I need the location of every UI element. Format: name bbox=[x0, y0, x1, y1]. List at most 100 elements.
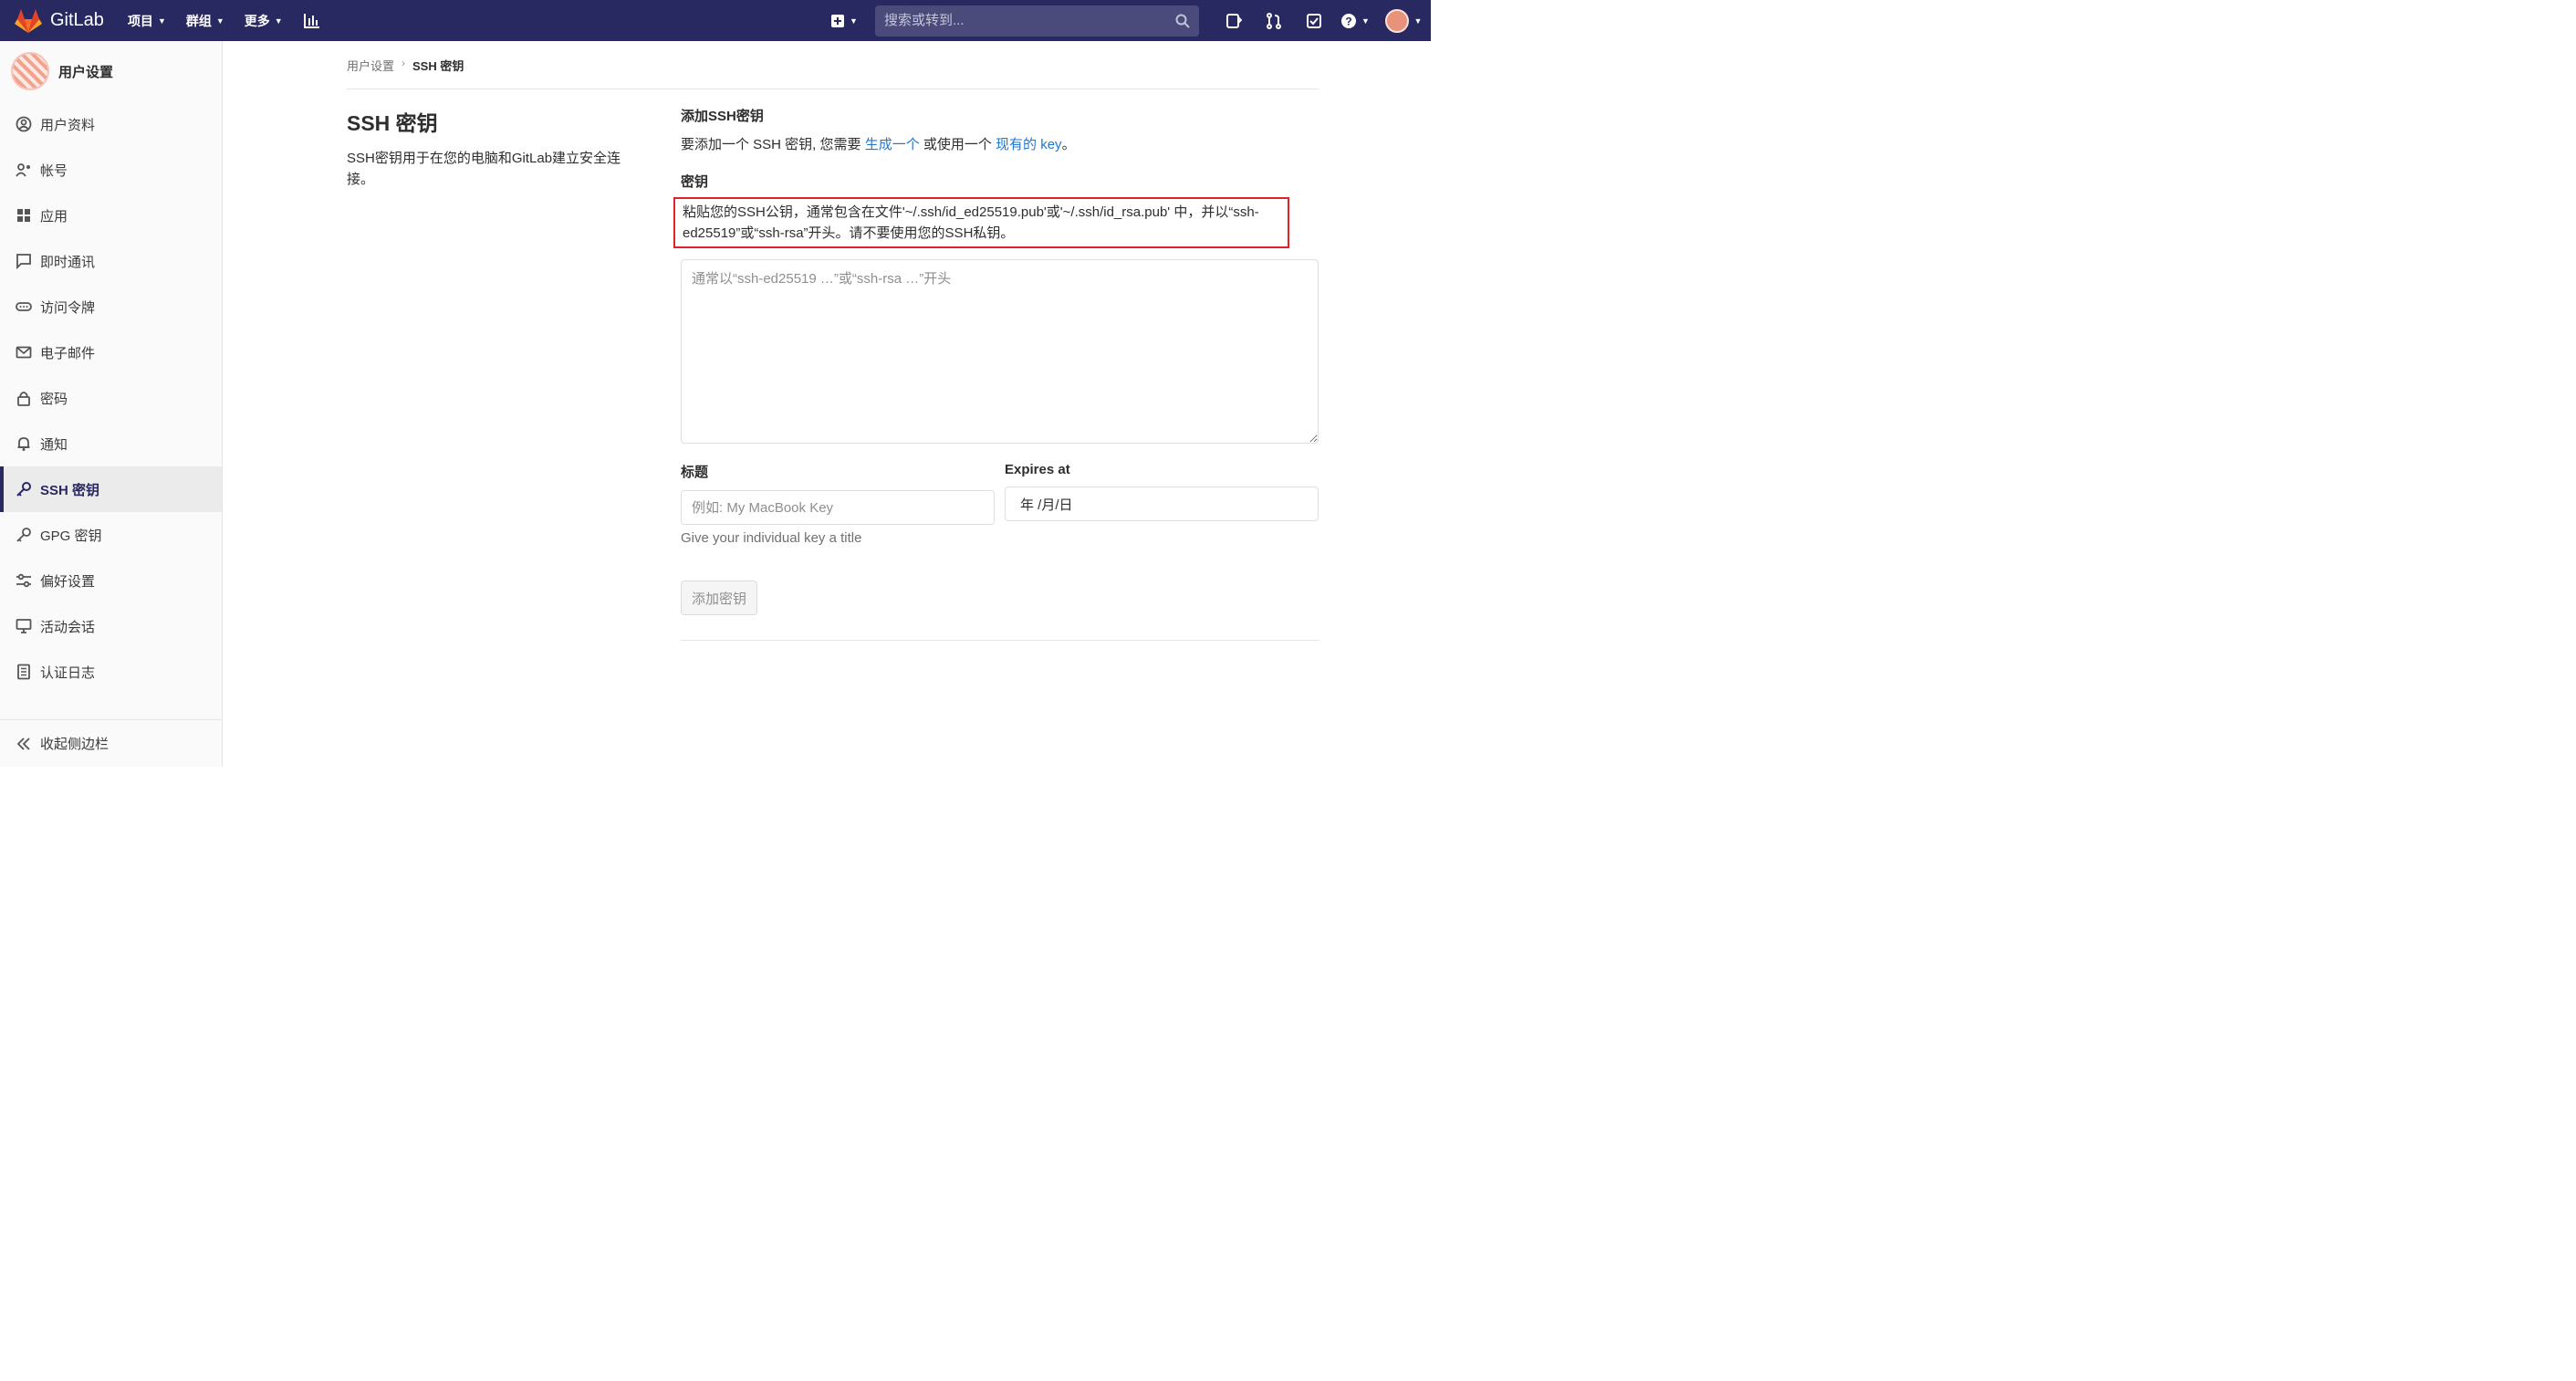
chat-icon bbox=[16, 254, 31, 269]
todos-button[interactable] bbox=[1294, 0, 1334, 41]
sidebar-item-label: 电子邮件 bbox=[40, 345, 96, 361]
search-input[interactable] bbox=[884, 13, 1175, 28]
bar-chart-icon bbox=[303, 13, 319, 28]
help-dropdown[interactable]: ? ▼ bbox=[1334, 0, 1376, 41]
title-expires-row: 标题 Expires at 年 /月/日 bbox=[681, 462, 1319, 525]
form-divider bbox=[681, 640, 1319, 641]
search-box[interactable] bbox=[875, 5, 1199, 37]
collapse-sidebar-label: 收起侧边栏 bbox=[40, 737, 110, 752]
double-chevron-left-icon bbox=[16, 737, 30, 750]
breadcrumb-parent-link[interactable]: 用户设置 bbox=[347, 57, 394, 74]
avatar bbox=[11, 52, 49, 90]
title-help-text: Give your individual key a title bbox=[681, 530, 862, 546]
chevron-down-icon: ▼ bbox=[274, 16, 283, 26]
sidebar-title: 用户设置 bbox=[58, 64, 114, 80]
sidebar-item-active-sessions[interactable]: 活动会话 bbox=[0, 603, 222, 649]
breadcrumb: 用户设置 › SSH 密钥 bbox=[347, 57, 1319, 89]
sidebar-item-password[interactable]: 密码 bbox=[0, 375, 222, 421]
gitlab-home-link[interactable]: GitLab bbox=[15, 8, 104, 34]
nav-groups-label: 群组 bbox=[185, 13, 212, 28]
collapse-sidebar-button[interactable]: 收起侧边栏 bbox=[0, 719, 222, 767]
bell-icon bbox=[17, 437, 30, 451]
sidebar-item-account[interactable]: 帐号 bbox=[0, 147, 222, 193]
nav-more[interactable]: 更多 ▼ bbox=[245, 12, 283, 30]
log-icon bbox=[17, 664, 30, 680]
intro-text-post: 。 bbox=[1061, 137, 1076, 152]
analytics-icon[interactable] bbox=[303, 13, 321, 29]
form-intro: 要添加一个 SSH 密钥, 您需要 生成一个 或使用一个 现有的 key。 bbox=[681, 134, 1319, 153]
chevron-down-icon: ▼ bbox=[157, 16, 166, 26]
sidebar-item-label: SSH 密钥 bbox=[40, 482, 100, 498]
sidebar-item-label: 访问令牌 bbox=[40, 299, 96, 316]
sidebar-item-label: GPG 密钥 bbox=[40, 528, 102, 544]
chevron-down-icon: ▼ bbox=[850, 16, 858, 26]
sidebar-item-label: 活动会话 bbox=[40, 619, 96, 635]
mail-icon bbox=[16, 346, 32, 359]
chevron-right-icon: › bbox=[402, 57, 406, 69]
nav-projects[interactable]: 项目 ▼ bbox=[128, 12, 166, 30]
expires-field-group: Expires at 年 /月/日 bbox=[1005, 462, 1319, 525]
chevron-down-icon: ▼ bbox=[1361, 16, 1370, 26]
sidebar-item-label: 帐号 bbox=[40, 162, 68, 179]
issues-button[interactable] bbox=[1214, 0, 1254, 41]
avatar bbox=[1384, 8, 1409, 33]
breadcrumb-current: SSH 密钥 bbox=[412, 59, 464, 73]
sidebar-item-applications[interactable]: 应用 bbox=[0, 193, 222, 238]
sidebar-item-label: 认证日志 bbox=[40, 664, 96, 681]
generate-key-link[interactable]: 生成一个 bbox=[865, 137, 920, 152]
title-field-group: 标题 bbox=[681, 462, 995, 525]
gitlab-logo-icon bbox=[15, 8, 42, 33]
sidebar-item-notifications[interactable]: 通知 bbox=[0, 421, 222, 466]
monitor-icon bbox=[16, 619, 32, 633]
sidebar-item-gpg-keys[interactable]: GPG 密钥 bbox=[0, 512, 222, 558]
form-heading: 添加SSH密钥 bbox=[681, 109, 764, 124]
page-description: SSH密钥用于在您的电脑和GitLab建立安全连接。 bbox=[347, 151, 621, 187]
sidebar-item-access-tokens[interactable]: 访问令牌 bbox=[0, 284, 222, 330]
title-label: 标题 bbox=[681, 465, 709, 480]
lock-icon bbox=[17, 392, 30, 406]
add-ssh-key-form: 添加SSH密钥 要添加一个 SSH 密钥, 您需要 生成一个 或使用一个 现有的… bbox=[673, 106, 1319, 615]
sidebar-item-label: 偏好设置 bbox=[40, 573, 96, 590]
profile-icon bbox=[16, 116, 32, 132]
sidebar-item-auth-log[interactable]: 认证日志 bbox=[0, 649, 222, 695]
add-key-button[interactable]: 添加密钥 bbox=[681, 581, 758, 615]
sidebar-item-preferences[interactable]: 偏好设置 bbox=[0, 558, 222, 603]
key-textarea[interactable] bbox=[681, 259, 1319, 444]
intro-text-mid: 或使用一个 bbox=[919, 137, 996, 152]
nav-groups[interactable]: 群组 ▼ bbox=[186, 12, 224, 30]
svg-text:?: ? bbox=[1345, 15, 1351, 27]
intro-text-pre: 要添加一个 SSH 密钥, 您需要 bbox=[681, 137, 865, 152]
user-menu[interactable]: ▼ bbox=[1376, 0, 1431, 41]
sidebar-item-profile[interactable]: 用户资料 bbox=[0, 101, 222, 147]
new-item-dropdown[interactable]: ▼ bbox=[828, 0, 860, 41]
brand-name: GitLab bbox=[50, 10, 104, 30]
account-icon bbox=[16, 163, 30, 177]
plus-square-icon bbox=[831, 14, 845, 27]
key-label: 密钥 bbox=[681, 174, 709, 190]
sidebar-header[interactable]: 用户设置 bbox=[0, 41, 222, 101]
expires-date-input[interactable]: 年 /月/日 bbox=[1005, 486, 1319, 521]
help-icon: ? bbox=[1341, 13, 1357, 28]
key-icon bbox=[16, 482, 31, 497]
page-title: SSH 密钥 bbox=[347, 111, 438, 135]
applications-icon bbox=[17, 209, 30, 222]
key-icon bbox=[16, 528, 31, 542]
sidebar-item-label: 密码 bbox=[40, 391, 68, 407]
sidebar-item-ssh-keys[interactable]: SSH 密钥 bbox=[0, 466, 222, 512]
preferences-icon bbox=[16, 573, 31, 588]
sidebar-item-label: 用户资料 bbox=[40, 117, 96, 133]
nav-more-label: 更多 bbox=[244, 13, 270, 28]
existing-key-link[interactable]: 现有的 key bbox=[996, 137, 1062, 152]
title-input[interactable] bbox=[681, 490, 995, 525]
sidebar-item-label: 通知 bbox=[40, 436, 68, 453]
merge-requests-button[interactable] bbox=[1254, 0, 1294, 41]
search-icon bbox=[1175, 14, 1190, 28]
settings-section-info: SSH 密钥 SSH密钥用于在您的电脑和GitLab建立安全连接。 bbox=[347, 106, 639, 190]
top-navbar: GitLab 项目 ▼ 群组 ▼ 更多 ▼ ▼ 搜索或转到... ? ▼ ▼ bbox=[0, 0, 1431, 41]
settings-sidebar: 用户设置 用户资料 帐号 应用 即时通讯 访问令牌 电子邮件 密码 通知 SSH… bbox=[0, 41, 223, 767]
token-icon bbox=[16, 302, 32, 311]
sidebar-item-label: 应用 bbox=[40, 208, 68, 225]
sidebar-item-chat[interactable]: 即时通讯 bbox=[0, 238, 222, 284]
sidebar-item-emails[interactable]: 电子邮件 bbox=[0, 330, 222, 375]
expires-date-value: 年 /月/日 bbox=[1020, 497, 1073, 513]
